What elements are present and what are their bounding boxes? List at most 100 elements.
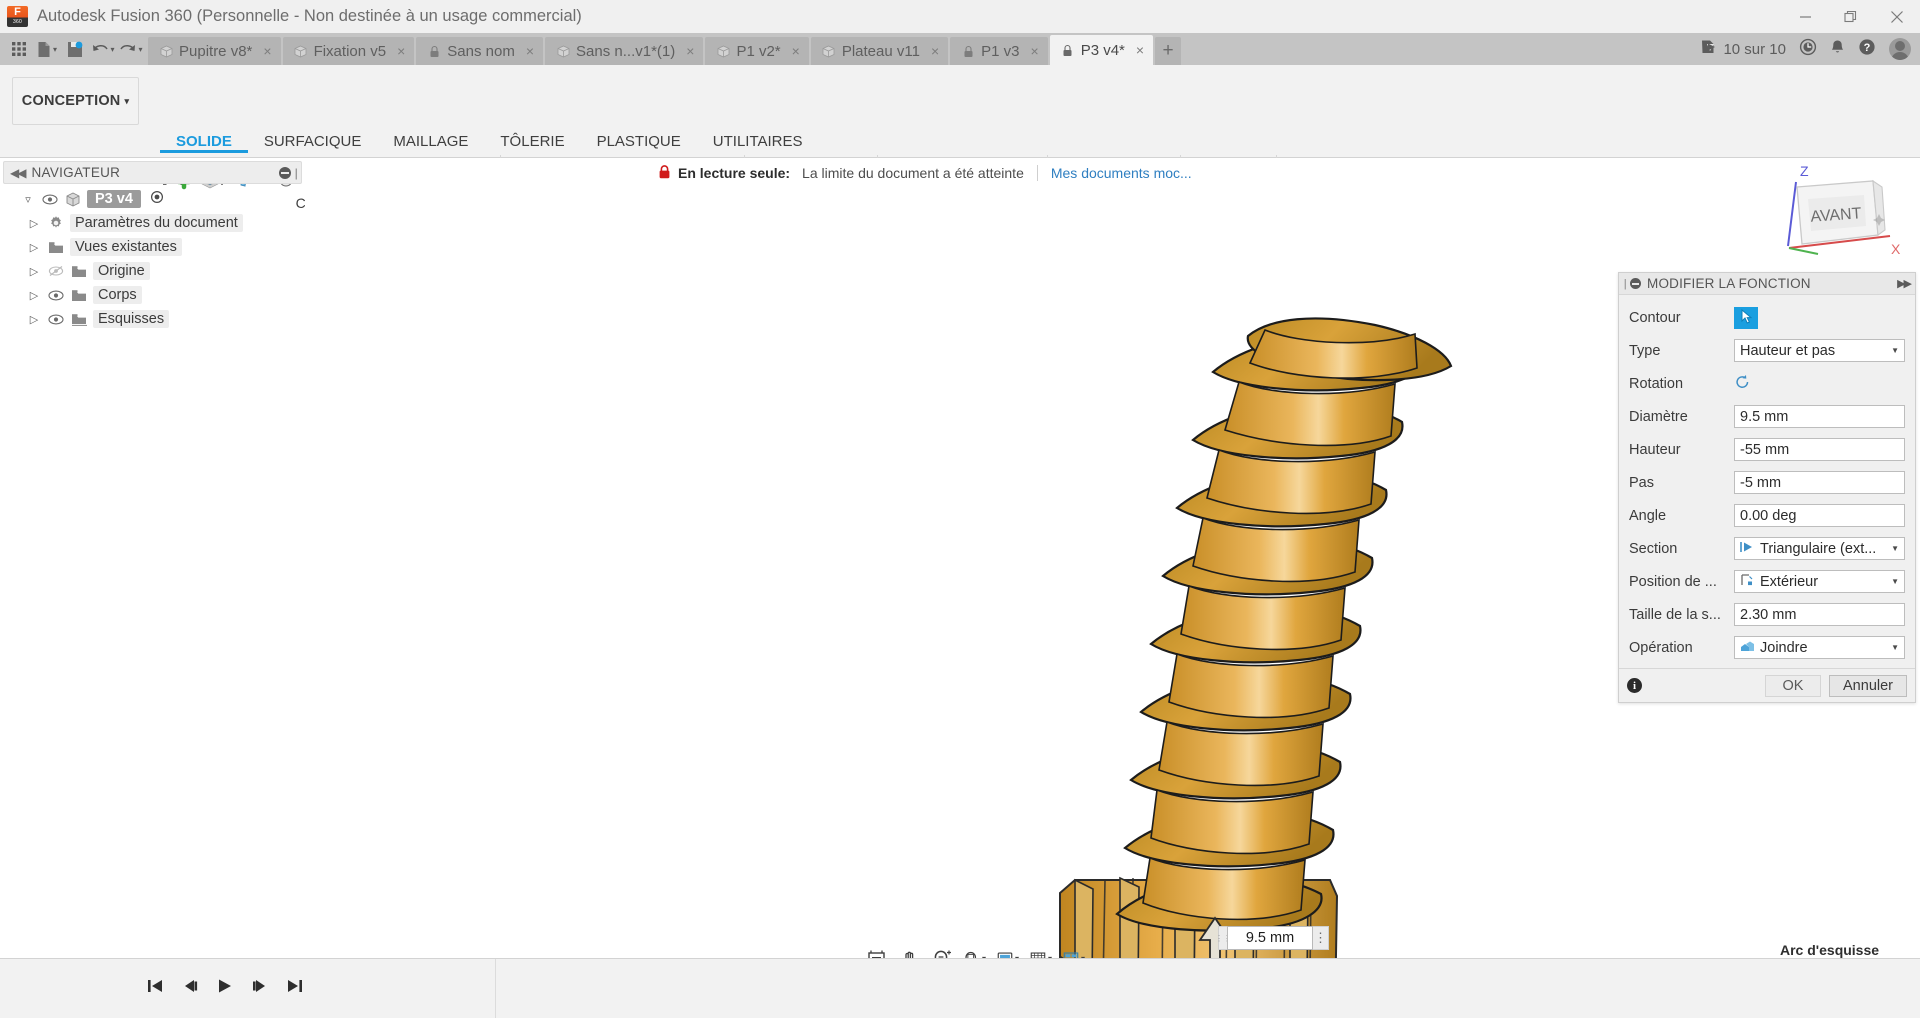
tree-item-esquisses[interactable]: ▷ Esquisses [12,307,305,331]
diameter-input[interactable]: 9.5 mm [1734,405,1905,428]
tab-plastique[interactable]: PLASTIQUE [581,132,697,153]
tree-item-p3v4[interactable]: ▿ P3 v4 [12,187,305,211]
document-tab-active[interactable]: P3 v4* × [1049,35,1154,65]
redo-icon[interactable]: ▾ [118,36,144,62]
tree-item-parametres-du-document[interactable]: ▷ Paramètres du document [12,211,305,235]
new-tab-button[interactable]: + [1155,37,1182,65]
visibility-eye-icon[interactable] [41,194,59,205]
document-tab[interactable]: Pupitre v8* × [148,37,281,65]
visibility-eye-hidden-icon[interactable] [47,265,65,277]
document-tab[interactable]: P1 v2* × [705,37,809,65]
cancel-button[interactable]: Annuler [1829,674,1907,697]
height-input[interactable]: -55 mm [1734,438,1905,461]
visibility-eye-icon[interactable] [47,314,65,325]
undo-caret[interactable]: ▾ [110,45,114,54]
section-dropdown[interactable]: Triangulaire (ext... ▼ [1734,537,1905,560]
expand-right-icon[interactable]: ▶▶ [1897,277,1912,290]
display-settings-icon[interactable]: ▾ [997,947,1019,958]
type-dropdown[interactable]: Hauteur et pas ▼ [1734,339,1905,362]
step-back-icon[interactable] [180,976,200,996]
readonly-link[interactable]: Mes documents moc... [1038,165,1192,181]
tab-close-icon[interactable]: × [1031,43,1039,59]
minimize-button[interactable] [1782,0,1828,33]
job-status[interactable]: 10 sur 10 [1700,39,1786,59]
chevron-down-icon[interactable]: ▼ [1891,643,1899,652]
tab-tolerie[interactable]: TÔLERIE [484,132,580,153]
expand-arrow-icon[interactable]: ▷ [26,241,42,254]
tab-maillage[interactable]: MAILLAGE [377,132,484,153]
tab-close-icon[interactable]: × [1136,42,1144,58]
chevron-down-icon[interactable]: ▼ [1891,346,1899,355]
pitch-input[interactable]: -5 mm [1734,471,1905,494]
rotation-flip-button[interactable] [1734,373,1758,395]
tab-solide[interactable]: SOLIDE [160,132,248,153]
tree-item-vues-existantes[interactable]: ▷ Vues existantes [12,235,305,259]
account-button[interactable] [1889,38,1911,60]
minus-circle-icon[interactable] [1630,278,1641,289]
tab-close-icon[interactable]: × [526,43,534,59]
new-file-caret[interactable]: ▾ [53,45,57,54]
ok-button[interactable]: OK [1765,674,1822,697]
visibility-eye-icon[interactable] [47,290,65,301]
redo-caret[interactable]: ▾ [138,45,142,54]
viewports-icon[interactable]: ▾ [1063,947,1085,958]
dimension-input[interactable]: 9.5 mm [1227,926,1313,950]
step-forward-icon[interactable] [250,976,270,996]
workspace-switcher-button[interactable]: CONCEPTION ▾ [12,77,139,125]
document-tab[interactable]: Fixation v5 × [282,37,415,65]
fit-icon[interactable]: ▾ [964,947,986,958]
document-tab[interactable]: Sans n...v1*(1) × [545,37,704,65]
collapse-left-icon[interactable]: ◀◀ [10,166,27,180]
skip-start-icon[interactable] [145,976,165,996]
operation-dropdown[interactable]: Joindre ▼ [1734,636,1905,659]
angle-input[interactable]: 0.00 deg [1734,504,1905,527]
activate-component-radio[interactable] [150,190,164,208]
maximize-restore-button[interactable] [1828,0,1874,33]
notifications-button[interactable] [1830,39,1845,60]
view-cube[interactable]: Z X AVANT [1778,158,1908,268]
expand-arrow-icon[interactable]: ▷ [26,217,42,230]
save-icon[interactable] [62,36,88,62]
chevron-down-icon[interactable]: ▼ [1891,577,1899,586]
folder-icon [70,289,88,302]
pan-icon[interactable] [898,947,920,958]
tab-close-icon[interactable]: × [263,43,271,59]
zoom-icon[interactable] [931,947,953,958]
expand-arrow-icon[interactable]: ▿ [20,193,36,206]
undo-icon[interactable]: ▾ [90,36,116,62]
help-button[interactable]: ? [1858,38,1876,60]
section-size-input[interactable]: 2.30 mm [1734,603,1905,626]
document-tab[interactable]: P1 v3 × [950,37,1048,65]
expand-arrow-icon[interactable]: ▷ [26,313,42,326]
position-dropdown[interactable]: Extérieur ▼ [1734,570,1905,593]
info-icon[interactable]: i [1627,678,1642,693]
tab-close-icon[interactable]: × [931,43,939,59]
dimension-input-group[interactable]: ⋮⋮ 9.5 mm ⋮ [1215,925,1329,951]
tree-item-corps[interactable]: ▷ Corps [12,283,305,307]
skip-end-icon[interactable] [285,976,305,996]
grid-apps-icon[interactable] [6,36,32,62]
grid-snaps-icon[interactable]: ▾ [1030,947,1052,958]
drag-grip-icon[interactable]: ⋮⋮ [1215,926,1231,950]
tab-surfacique[interactable]: SURFACIQUE [248,132,378,153]
document-tab[interactable]: Sans nom × [416,37,544,65]
document-tab[interactable]: Plateau v11 × [810,37,949,65]
tree-item-origine[interactable]: ▷ Origine [12,259,305,283]
contour-select-button[interactable] [1734,306,1758,329]
field-label: Position de ... [1629,573,1717,590]
new-file-icon[interactable]: ▾ [34,36,60,62]
orbit-display-icon[interactable] [865,947,887,958]
tab-close-icon[interactable]: × [397,43,405,59]
version-history-button[interactable] [1799,38,1817,60]
play-icon[interactable] [215,976,235,996]
tab-utilitaires[interactable]: UTILITAIRES [697,132,819,153]
expand-arrow-icon[interactable]: ▷ [26,265,42,278]
minus-circle-icon[interactable] [278,166,291,179]
tab-close-icon[interactable]: × [792,43,800,59]
close-button[interactable] [1874,0,1920,33]
expand-arrow-icon[interactable]: ▷ [26,289,42,302]
chevron-down-icon[interactable]: ▼ [1891,544,1899,553]
tab-close-icon[interactable]: × [686,43,694,59]
modify-feature-dialog[interactable]: ||| MODIFIER LA FONCTION ▶▶ Contour Type… [1618,272,1916,703]
more-vertical-icon[interactable]: ⋮ [1313,926,1329,950]
